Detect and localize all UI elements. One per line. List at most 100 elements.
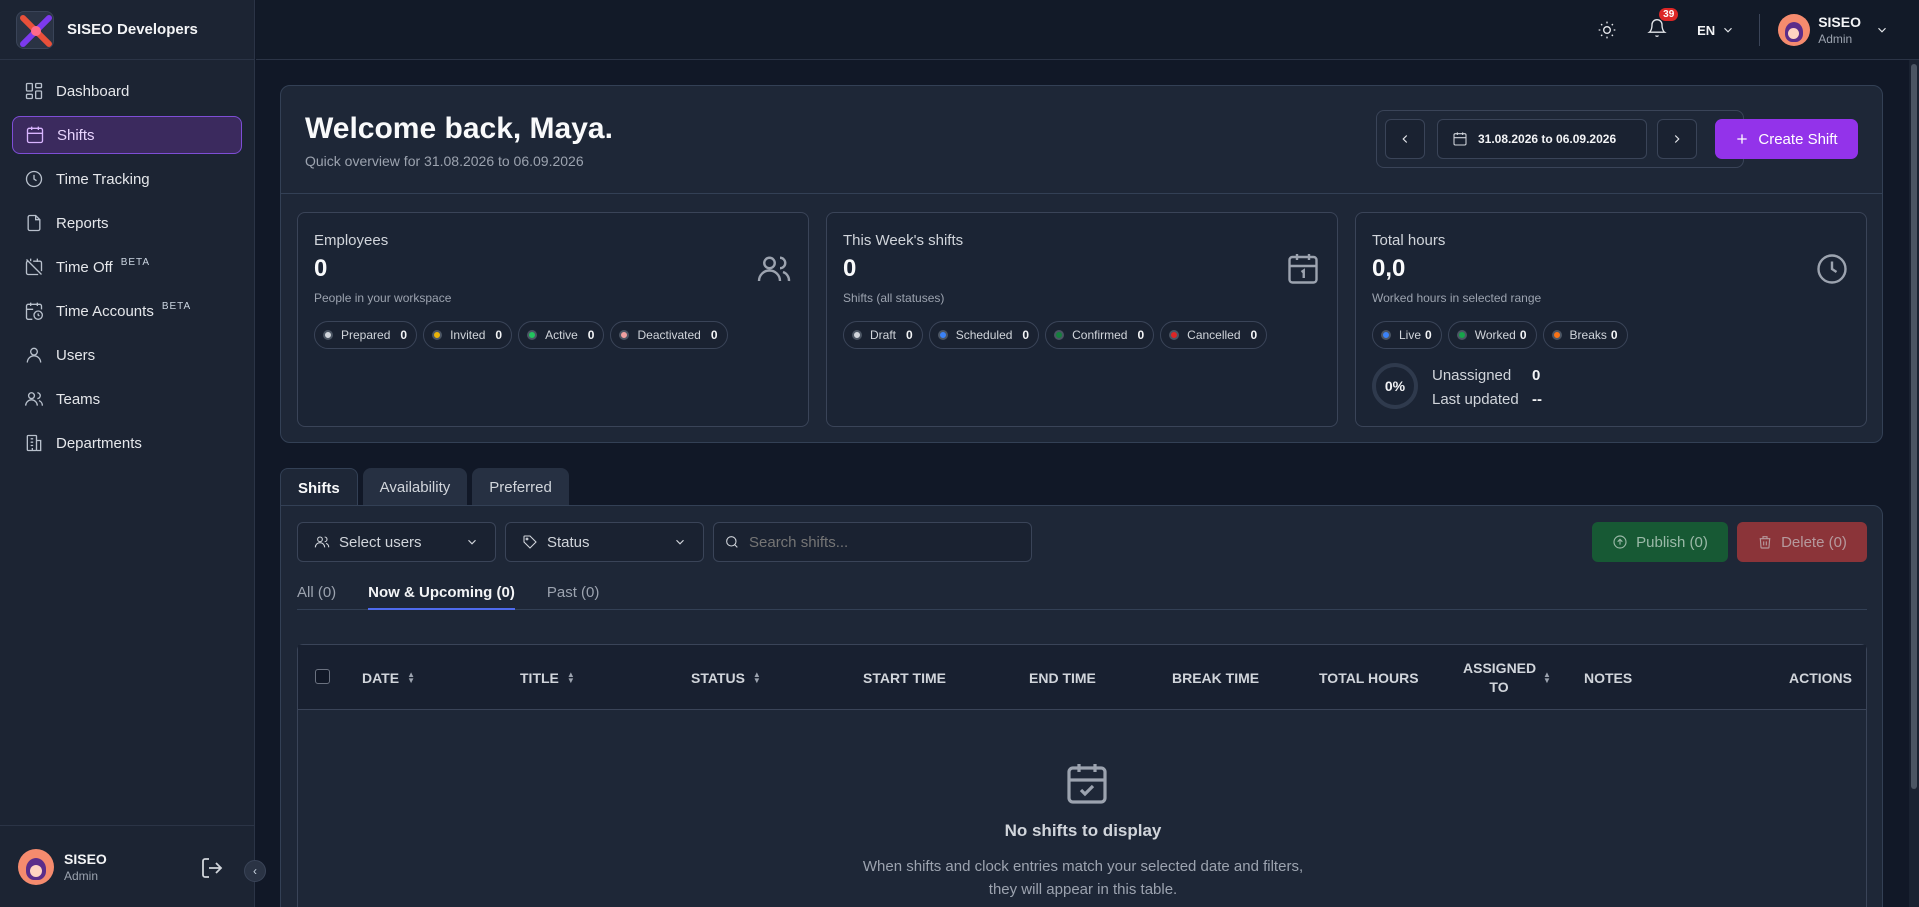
pill-breaks: Breaks 0 [1542, 321, 1628, 349]
upload-circle-icon [1613, 535, 1627, 549]
sidebar-item-shifts[interactable]: Shifts [12, 116, 242, 154]
search-input[interactable] [749, 533, 1009, 551]
sun-icon[interactable] [1597, 20, 1617, 40]
sidebar-item-label: Shifts [57, 126, 95, 144]
collapse-sidebar-button[interactable]: ‹ [244, 860, 266, 882]
sidebar-item-time-tracking[interactable]: Time Tracking [12, 160, 242, 198]
user-menu[interactable]: SISEO Admin [1778, 14, 1889, 46]
pill-label: Confirmed [1072, 328, 1128, 342]
date-range-label: 31.08.2026 to 06.09.2026 [1478, 132, 1617, 146]
clock-icon [1817, 254, 1847, 284]
topbar: 39 EN SISEO Admin [256, 0, 1919, 60]
stat-label: Total hours [1372, 232, 1446, 249]
pill-count: 0 [906, 328, 913, 342]
pill-label: Scheduled [955, 328, 1013, 342]
tab-shifts[interactable]: Shifts [280, 468, 358, 507]
create-shift-label: Create Shift [1758, 130, 1838, 148]
tab-preferred[interactable]: Preferred [472, 468, 569, 506]
delete-button[interactable]: Delete (0) [1737, 522, 1867, 562]
page-subtitle: Quick overview for 31.08.2026 to 06.09.2… [305, 153, 584, 169]
select-users-dropdown[interactable]: Select users [297, 522, 496, 562]
page-scrollbar[interactable] [1909, 60, 1919, 907]
sidebar-item-dashboard[interactable]: Dashboard [12, 72, 242, 110]
shifts-panel: Select users Status Publish (0) Delete (… [280, 505, 1883, 907]
language-select[interactable]: EN [1697, 23, 1735, 38]
sidebar-item-reports[interactable]: Reports [12, 204, 242, 242]
status-dropdown[interactable]: Status [505, 522, 704, 562]
brand[interactable]: SISEO Developers [0, 0, 254, 60]
status-dot [1456, 330, 1467, 340]
select-users-label: Select users [339, 533, 422, 551]
sidebar-item-time-accounts[interactable]: Time Accounts BETA [12, 292, 242, 330]
subtab-now-upcoming[interactable]: Now & Upcoming (0) [368, 576, 515, 610]
sidebar-item-teams[interactable]: Teams [12, 380, 242, 418]
pill-count: 0 [1425, 328, 1432, 342]
column-actions: ACTIONS [1789, 645, 1852, 710]
pill-draft: Draft 0 [843, 321, 923, 349]
sidebar-user: SISEO Admin [0, 825, 255, 907]
date-range-picker[interactable]: 31.08.2026 to 06.09.2026 [1437, 119, 1647, 159]
sidebar-item-label: Users [56, 346, 96, 364]
pill-confirmed: Confirmed 0 [1045, 321, 1155, 349]
select-all-checkbox[interactable] [315, 669, 330, 684]
beta-badge: BETA [161, 300, 192, 312]
column-break-time: BREAK TIME [1172, 645, 1259, 710]
view-tabs: Shifts Availability Preferred [280, 468, 574, 507]
users-icon [757, 256, 791, 282]
avatar [1778, 14, 1811, 46]
sidebar-item-label: Departments [56, 434, 142, 452]
date-range-control: 31.08.2026 to 06.09.2026 [1376, 110, 1744, 168]
scrollbar-thumb[interactable] [1911, 64, 1917, 789]
plus-icon [1737, 134, 1748, 144]
sidebar-item-label: Time Off [56, 258, 113, 276]
column-notes: NOTES [1584, 645, 1632, 710]
create-shift-button[interactable]: Create Shift [1715, 119, 1858, 159]
status-dot [527, 330, 538, 340]
pill-label: Breaks [1569, 328, 1607, 342]
stat-value: 0 [843, 255, 857, 282]
sort-icon: ▲ ▼ [566, 669, 575, 685]
pill-label: Active [545, 328, 578, 342]
publish-button[interactable]: Publish (0) [1592, 522, 1728, 562]
calendar-day-icon [1288, 254, 1318, 284]
subtab-all[interactable]: All (0) [297, 576, 336, 610]
pill-label: Draft [870, 328, 897, 342]
pill-scheduled: Scheduled 0 [928, 321, 1040, 349]
column-assigned-to[interactable]: ASSIGNED TO ▲ ▼ [1463, 645, 1551, 710]
column-status[interactable]: STATUS ▲ ▼ [691, 645, 761, 710]
stat-value: 0 [314, 255, 328, 282]
stat-label: Employees [314, 232, 389, 249]
empty-state-description: When shifts and clock entries match your… [298, 855, 1868, 901]
sidebar-item-users[interactable]: Users [12, 336, 242, 374]
assigned-progress-ring: 0% [1372, 363, 1418, 409]
next-week-button[interactable] [1657, 119, 1697, 159]
building-icon [26, 434, 42, 452]
pill-count: 0 [587, 328, 595, 342]
stat-subtitle: Shifts (all statuses) [843, 291, 945, 305]
subtab-past[interactable]: Past (0) [547, 576, 600, 610]
sidebar-item-departments[interactable]: Departments [12, 424, 242, 462]
logout-icon[interactable] [200, 856, 224, 880]
employees-card: Employees 0 People in your workspace Pre… [297, 212, 809, 427]
page-title: Welcome back, Maya. [305, 112, 613, 145]
column-total-hours: TOTAL HOURS [1319, 645, 1419, 710]
notifications-button[interactable]: 39 [1647, 8, 1679, 42]
sidebar-item-label: Time Tracking [56, 170, 150, 188]
column-title[interactable]: TITLE ▲ ▼ [520, 645, 575, 710]
column-label: DATE [362, 669, 400, 686]
previous-week-button[interactable] [1385, 119, 1425, 159]
user-role: Admin [64, 868, 99, 883]
chevron-left-icon: ‹ [253, 864, 257, 878]
user-icon [26, 347, 42, 363]
sidebar-item-time-off[interactable]: Time Off BETA [12, 248, 242, 286]
tab-availability[interactable]: Availability [362, 468, 468, 506]
last-updated-label: Last updated [1432, 391, 1519, 408]
pill-label: Worked [1474, 328, 1516, 342]
column-date[interactable]: DATE ▲ ▼ [362, 645, 415, 710]
sidebar-item-label: Reports [56, 214, 109, 232]
table-header: DATE ▲ ▼ TITLE ▲ ▼ STATUS ▲ ▼ START TIME END T… [298, 645, 1866, 710]
pill-label: Prepared [341, 328, 391, 342]
user-name: SISEO [64, 850, 107, 867]
avatar[interactable] [18, 848, 54, 885]
status-dot [852, 330, 862, 340]
